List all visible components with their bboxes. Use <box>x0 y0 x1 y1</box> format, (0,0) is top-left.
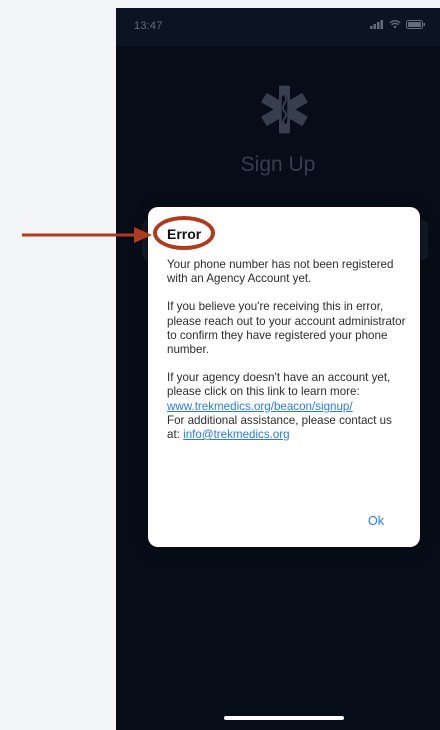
annotation-ellipse <box>153 216 215 250</box>
signup-link[interactable]: www.trekmedics.org/beacon/signup/ <box>167 400 353 413</box>
home-indicator <box>224 716 344 720</box>
alert-paragraph-contact-admin: If you believe you're receiving this in … <box>167 300 406 357</box>
signup-text: If your agency doesn't have an account y… <box>167 371 391 399</box>
error-alert-dialog: Error Your phone number has not been reg… <box>148 207 420 547</box>
alert-paragraph-signup: If your agency doesn't have an account y… <box>167 371 407 414</box>
alert-paragraph-not-registered: Your phone number has not been registere… <box>167 258 394 286</box>
annotation-arrow-icon <box>22 227 152 243</box>
ok-button[interactable]: Ok <box>368 514 384 528</box>
alert-paragraph-assistance: For additional assistance, please contac… <box>167 414 407 442</box>
email-link[interactable]: info@trekmedics.org <box>183 428 290 441</box>
alert-message: Your phone number has not been registere… <box>167 258 407 442</box>
